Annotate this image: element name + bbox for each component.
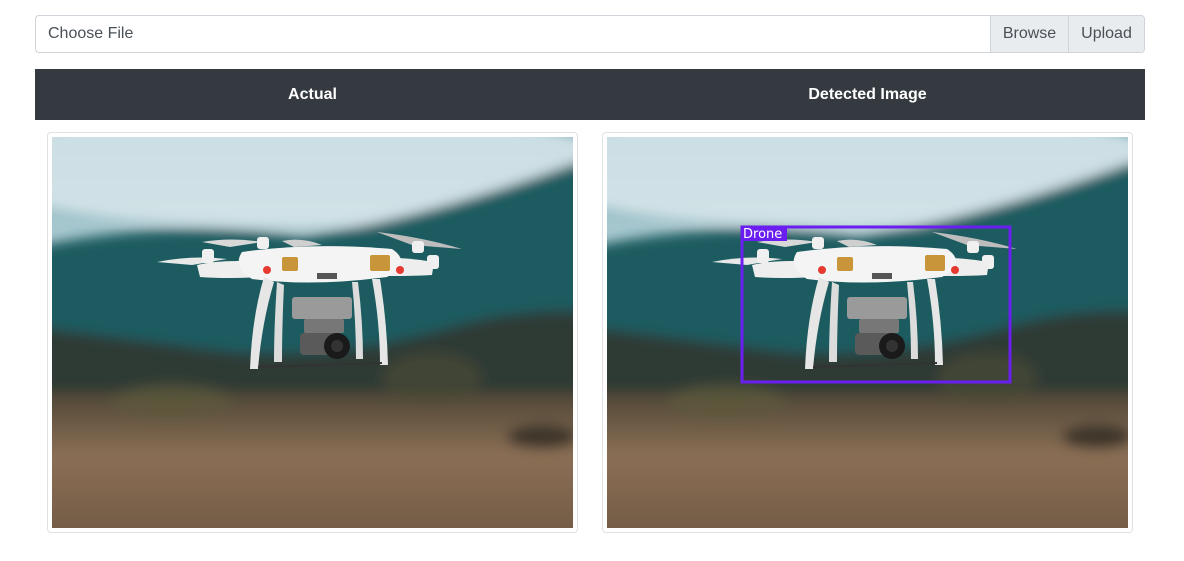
column-header-detected: Detected Image <box>808 85 927 103</box>
detected-image: Drone <box>607 137 1128 528</box>
file-input-group[interactable]: Choose File Browse Upload <box>35 15 1145 53</box>
actual-image-card <box>47 132 578 533</box>
detected-image-card: Drone <box>602 132 1133 533</box>
upload-button[interactable]: Upload <box>1068 16 1144 52</box>
browse-button[interactable]: Browse <box>990 16 1068 52</box>
file-input-label[interactable]: Choose File <box>36 16 990 52</box>
results-table-header: Actual Detected Image <box>35 69 1145 120</box>
column-header-actual: Actual <box>288 85 337 103</box>
actual-image <box>52 137 573 528</box>
detection-label: Drone <box>743 227 782 242</box>
